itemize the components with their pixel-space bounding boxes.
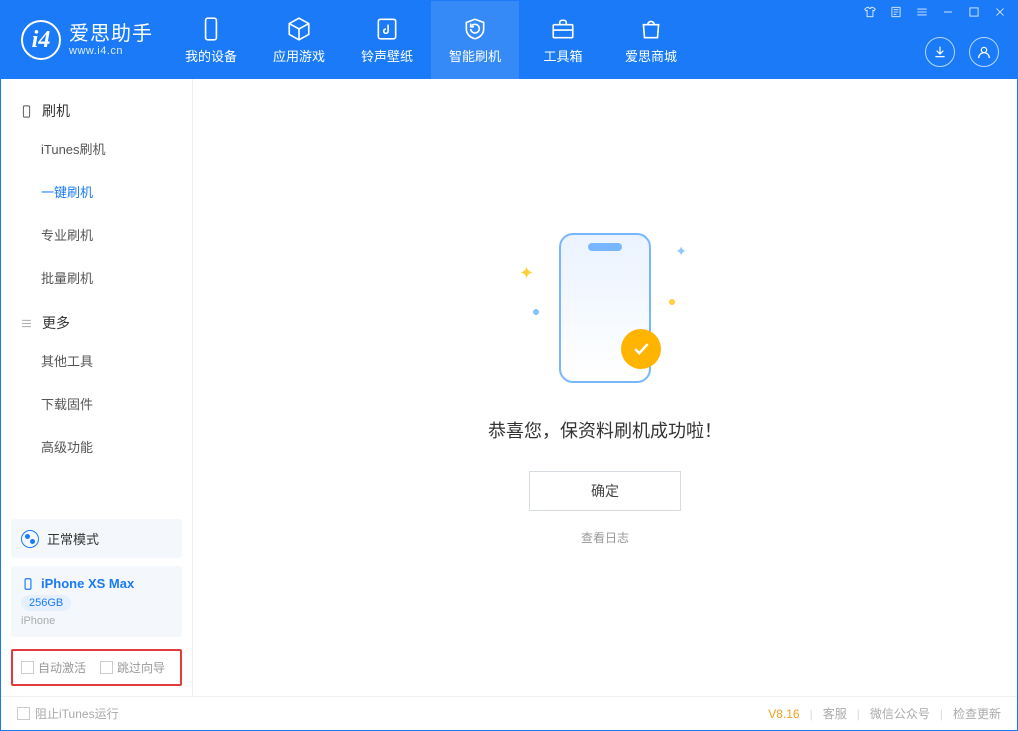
minimize-icon [941, 5, 955, 19]
close-icon [993, 5, 1007, 19]
confirm-button[interactable]: 确定 [529, 471, 681, 511]
device-type: iPhone [21, 615, 172, 627]
version-label: V8.16 [768, 707, 799, 721]
menu-icon [915, 5, 929, 19]
device-mode-label: 正常模式 [47, 529, 99, 548]
sidebar-section-flash: 刷机 [1, 87, 192, 127]
highlighted-checkbox-row: 自动激活 跳过向导 [11, 649, 182, 686]
sidebar-item-pro-flash[interactable]: 专业刷机 [41, 213, 192, 256]
download-icon [932, 44, 948, 60]
logo-icon: i4 [21, 20, 61, 60]
sparkle-icon: ✦ [675, 243, 687, 260]
shirt-icon [863, 5, 877, 19]
device-icon [19, 104, 34, 119]
header: i4 爱思助手 www.i4.cn 我的设备 应用游戏 铃声壁纸 智能刷机 [1, 1, 1017, 79]
support-link[interactable]: 客服 [823, 705, 847, 722]
feedback-button[interactable] [889, 5, 903, 19]
nav-apps-label: 应用游戏 [273, 46, 325, 65]
user-button[interactable] [969, 37, 999, 67]
nav-toolbox[interactable]: 工具箱 [519, 1, 607, 79]
sidebar-section-flash-label: 刷机 [42, 101, 70, 121]
phone-small-icon [21, 577, 35, 591]
checkbox-auto-activate[interactable]: 自动激活 [21, 659, 86, 676]
checkbox-block-itunes-label: 阻止iTunes运行 [35, 705, 119, 722]
app-subtitle: www.i4.cn [69, 45, 153, 57]
check-update-link[interactable]: 检查更新 [953, 705, 1001, 722]
nav-flash[interactable]: 智能刷机 [431, 1, 519, 79]
sidebar-section-more-label: 更多 [42, 313, 70, 333]
sidebar-item-other-tools[interactable]: 其他工具 [41, 339, 192, 382]
app-window: i4 爱思助手 www.i4.cn 我的设备 应用游戏 铃声壁纸 智能刷机 [0, 0, 1018, 731]
sparkle-icon: ✦ [519, 263, 534, 284]
success-illustration: ✦ ✦ [505, 229, 705, 389]
close-button[interactable] [993, 5, 1007, 19]
checkbox-skip-guide[interactable]: 跳过向导 [100, 659, 165, 676]
check-badge-icon [621, 329, 661, 369]
list-icon [19, 316, 34, 331]
nav-ringtone-label: 铃声壁纸 [361, 46, 413, 65]
device-capacity: 256GB [21, 595, 71, 611]
skin-button[interactable] [863, 5, 877, 19]
maximize-button[interactable] [967, 5, 981, 19]
nav-flash-label: 智能刷机 [449, 46, 501, 65]
checkbox-skip-guide-label: 跳过向导 [117, 659, 165, 676]
success-title: 恭喜您，保资料刷机成功啦！ [488, 417, 722, 443]
download-button[interactable] [925, 37, 955, 67]
mode-icon [21, 530, 39, 548]
body: 刷机 iTunes刷机 一键刷机 专业刷机 批量刷机 更多 其他工具 下载固件 … [1, 79, 1017, 696]
checkbox-icon [100, 661, 113, 674]
note-icon [889, 5, 903, 19]
wechat-link[interactable]: 微信公众号 [870, 705, 930, 722]
nav-apps[interactable]: 应用游戏 [255, 1, 343, 79]
logo: i4 爱思助手 www.i4.cn [1, 1, 167, 79]
sidebar-item-batch-flash[interactable]: 批量刷机 [41, 256, 192, 299]
minimize-button[interactable] [941, 5, 955, 19]
refresh-shield-icon [462, 16, 488, 42]
nav-store[interactable]: 爱思商城 [607, 1, 695, 79]
maximize-icon [967, 5, 981, 19]
nav-store-label: 爱思商城 [625, 46, 677, 65]
nav-mydevice-label: 我的设备 [185, 46, 237, 65]
view-log-link[interactable]: 查看日志 [581, 529, 629, 546]
checkbox-icon [21, 661, 34, 674]
sidebar-bottom: 正常模式 iPhone XS Max 256GB iPhone 自动激活 跳过向… [1, 511, 192, 696]
main-content: ✦ ✦ 恭喜您，保资料刷机成功啦！ 确定 查看日志 [193, 79, 1017, 696]
bag-icon [638, 16, 664, 42]
header-actions [925, 37, 999, 67]
window-controls [863, 5, 1007, 19]
nav-toolbox-label: 工具箱 [543, 46, 582, 65]
footer: 阻止iTunes运行 V8.16 | 客服 | 微信公众号 | 检查更新 [1, 696, 1017, 730]
checkbox-auto-activate-label: 自动激活 [38, 659, 86, 676]
cube-icon [286, 16, 312, 42]
nav-ringtone[interactable]: 铃声壁纸 [343, 1, 431, 79]
toolbox-icon [550, 16, 576, 42]
device-name: iPhone XS Max [41, 576, 134, 591]
app-title: 爱思助手 [69, 23, 153, 45]
nav-mydevice[interactable]: 我的设备 [167, 1, 255, 79]
phone-icon [198, 16, 224, 42]
music-icon [374, 16, 400, 42]
sidebar-item-itunes-flash[interactable]: iTunes刷机 [41, 127, 192, 170]
dot-icon [533, 309, 539, 315]
top-nav: 我的设备 应用游戏 铃声壁纸 智能刷机 工具箱 爱思商城 [167, 1, 695, 79]
sidebar-item-oneclick-flash[interactable]: 一键刷机 [41, 170, 192, 213]
sidebar-item-download-firmware[interactable]: 下载固件 [41, 382, 192, 425]
checkbox-block-itunes[interactable]: 阻止iTunes运行 [17, 705, 119, 722]
sidebar-section-more: 更多 [1, 299, 192, 339]
footer-links: V8.16 | 客服 | 微信公众号 | 检查更新 [768, 705, 1001, 722]
menu-button[interactable] [915, 5, 929, 19]
sidebar-item-advanced[interactable]: 高级功能 [41, 425, 192, 468]
checkbox-icon [17, 707, 30, 720]
user-icon [976, 44, 992, 60]
sidebar: 刷机 iTunes刷机 一键刷机 专业刷机 批量刷机 更多 其他工具 下载固件 … [1, 79, 193, 696]
device-info-card[interactable]: iPhone XS Max 256GB iPhone [11, 566, 182, 637]
device-mode-card[interactable]: 正常模式 [11, 519, 182, 558]
dot-icon [669, 299, 675, 305]
